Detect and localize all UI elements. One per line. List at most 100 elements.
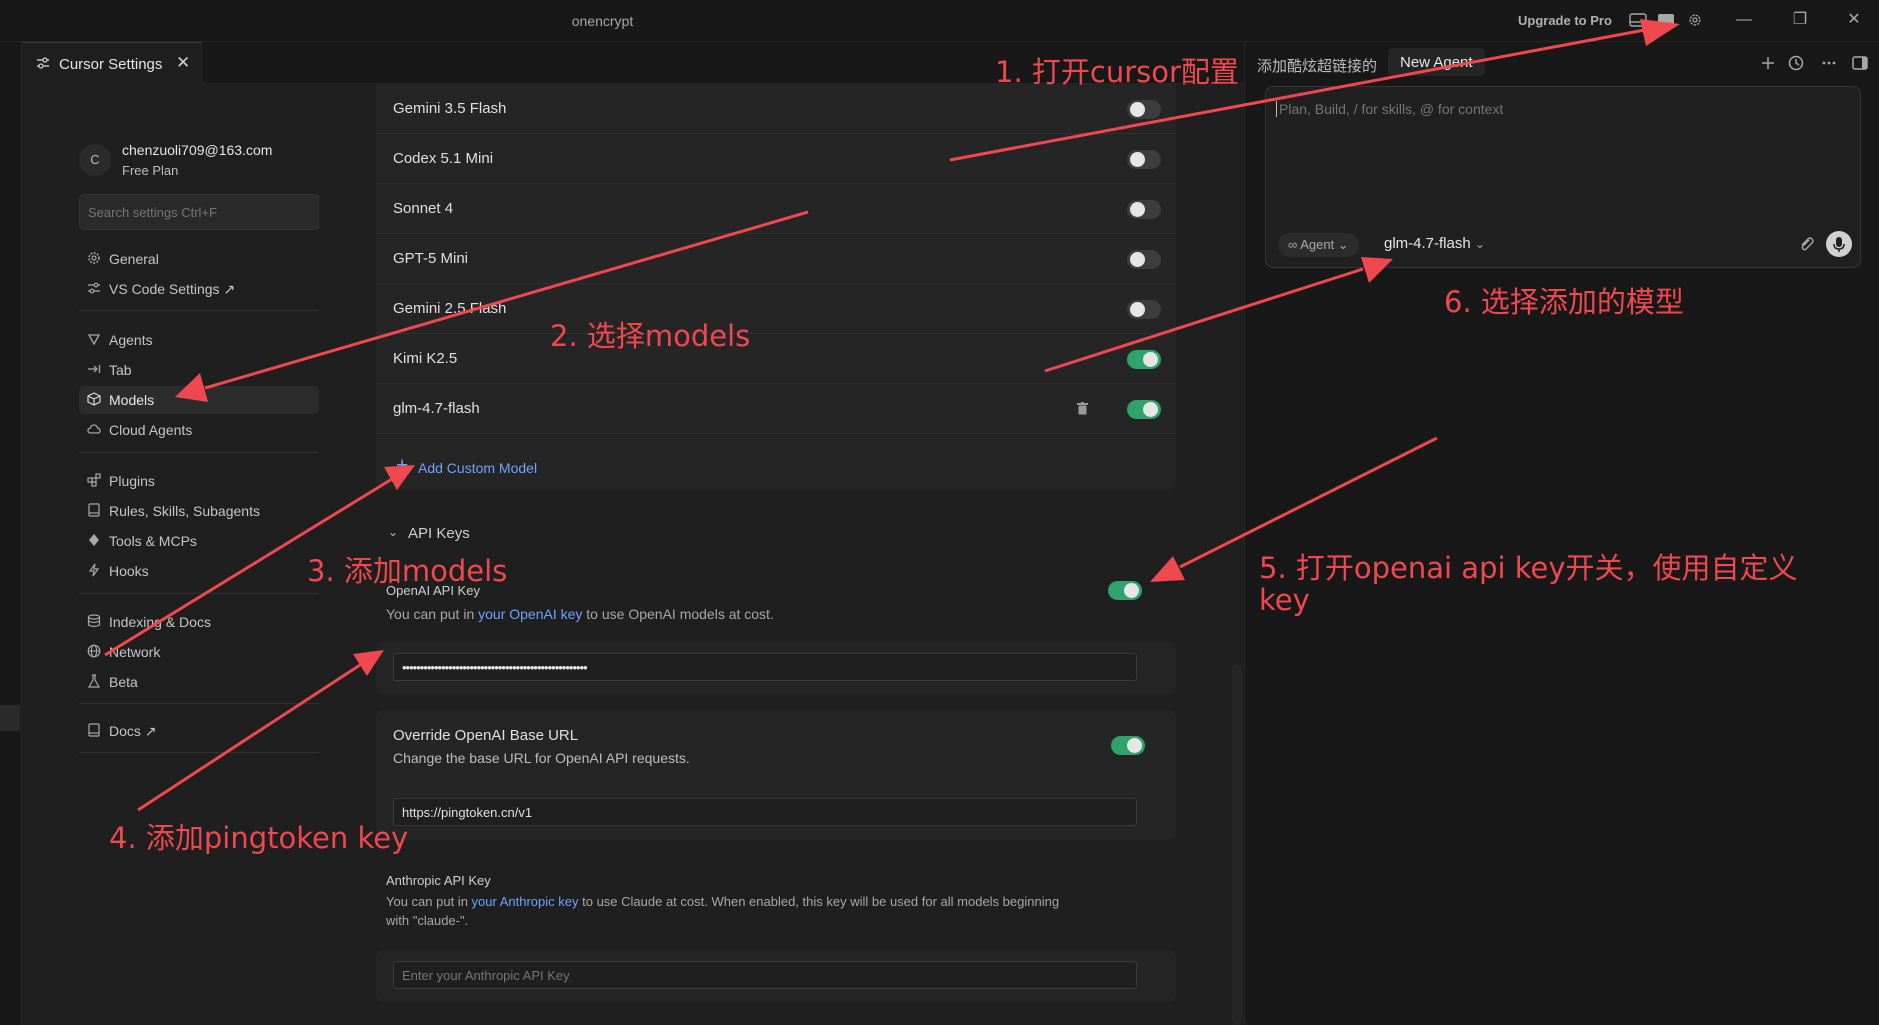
anthropic-key-desc: You can put in your Anthropic key to use… [386,894,1059,909]
sidebar-item-label: VS Code Settings ↗ [109,281,236,297]
strip-marker [0,705,20,731]
settings-search-input[interactable] [79,194,319,230]
sidebar-item-label: Network [109,644,161,660]
new-agent-tab[interactable]: New Agent [1388,48,1485,76]
sidebar-item-docs[interactable]: Docs ↗ [79,717,319,745]
sidebar-item-rules[interactable]: Rules, Skills, Subagents [79,497,319,525]
model-selector-dropdown[interactable]: glm-4.7-flash ⌄ [1384,235,1485,252]
annotation-step1: 1. 打开cursor配置 [995,55,1239,89]
openai-key-toggle[interactable] [1108,581,1142,600]
sidebar-item-label: Docs ↗ [109,723,157,739]
more-icon[interactable] [1820,54,1838,72]
model-toggle[interactable] [1127,350,1161,369]
sidebar-item-indexing[interactable]: Indexing & Docs [79,608,319,636]
sidebar-toggle-icon[interactable] [1851,54,1869,72]
sidebar-item-tools-mcps[interactable]: Tools & MCPs [79,527,319,555]
sidebar-item-network[interactable]: Network [79,638,319,666]
avatar: C [79,144,111,176]
sidebar-item-tab[interactable]: Tab [79,356,319,384]
tools-icon [89,534,99,546]
sidebar-item-label: Cloud Agents [109,422,193,438]
history-icon[interactable] [1787,54,1805,72]
trash-icon[interactable] [1077,402,1088,415]
scrollbar[interactable] [1232,664,1242,1025]
desc-text: to use OpenAI models at cost. [582,606,774,622]
plus-icon[interactable] [1759,54,1777,72]
title-bar: onencrypt Upgrade to Pro — ❐ ✕ [0,0,1879,42]
model-row: Gemini 3.5 Flash [376,84,1176,134]
model-toggle[interactable] [1127,200,1161,219]
model-toggle[interactable] [1127,300,1161,319]
chevron-down-icon: ⌄ [1474,237,1485,251]
sidebar-item-label: General [109,251,159,267]
anthropic-key-input[interactable] [393,961,1137,989]
model-name: glm-4.7-flash [393,400,480,417]
sidebar-item-agents[interactable]: Agents [79,326,319,354]
close-tab-icon[interactable]: ✕ [176,53,190,73]
settings-sliders-icon [37,57,49,69]
restore-icon[interactable]: ❐ [1790,10,1810,30]
sidebar-item-label: Hooks [109,563,149,579]
sidebar-item-label: Indexing & Docs [109,614,211,630]
nav-divider [79,593,319,594]
openai-key-input[interactable] [393,653,1137,681]
annotation-step5: 5. 打开openai api key开关，使用自定义 [1259,551,1798,585]
cube-icon [87,392,101,406]
settings-body: C chenzuoli709@163.com Free Plan General… [22,84,1244,1025]
sidebar-item-cloud-agents[interactable]: Cloud Agents [79,416,319,444]
desc-text: to use Claude at cost. When enabled, thi… [578,894,1060,909]
override-url-toggle[interactable] [1111,736,1145,755]
chevron-down-icon: ⌄ [388,525,399,539]
annotation-step5-line2: key [1259,583,1310,617]
sidebar-item-label: Tab [109,362,132,378]
model-row: Sonnet 4 [376,184,1176,234]
model-toggle[interactable] [1127,400,1161,419]
sidebar-item-label: Plugins [109,473,155,489]
microphone-icon [1833,237,1845,252]
composer: ∞ Agent ⌄ glm-4.7-flash ⌄ [1265,86,1861,268]
user-email: chenzuoli709@163.com [122,142,273,158]
base-url-input[interactable] [393,798,1137,826]
openai-key-box [376,642,1176,694]
sidebar-item-general[interactable]: General [79,245,319,273]
model-toggle[interactable] [1127,250,1161,269]
minimize-icon[interactable]: — [1734,10,1754,30]
sidebar-item-vscode-settings[interactable]: VS Code Settings ↗ [79,275,319,303]
toggle-panel-icon[interactable] [1629,12,1647,28]
model-toggle[interactable] [1127,150,1161,169]
book-icon [88,503,100,517]
agent-mode-dropdown[interactable]: ∞ Agent ⌄ [1278,233,1359,257]
override-url-box: Override OpenAI Base URL Change the base… [376,710,1176,840]
sidebar-item-label: Beta [109,674,138,690]
sidebar-item-models[interactable]: Models [79,386,319,414]
api-keys-title: API Keys [408,525,470,542]
model-row: GPT-5 Mini [376,234,1176,284]
toggle-sidebar-icon[interactable] [1657,12,1675,28]
composer-input[interactable] [1276,101,1836,117]
close-window-icon[interactable]: ✕ [1844,10,1864,30]
sidebar-item-plugins[interactable]: Plugins [79,467,319,495]
model-toggle[interactable] [1127,100,1161,119]
anthropic-key-link[interactable]: your Anthropic key [472,894,579,909]
add-custom-model-label: Add Custom Model [418,460,538,476]
microphone-button[interactable] [1826,231,1852,257]
upgrade-to-pro-link[interactable]: Upgrade to Pro [1518,13,1612,28]
nav-divider [79,310,319,311]
override-url-title: Override OpenAI Base URL [393,727,579,744]
annotation-step2: 2. 选择models [550,319,751,353]
book-icon [88,723,100,737]
tab-cursor-settings[interactable]: Cursor Settings ✕ [22,42,202,84]
activity-strip [0,42,22,1025]
model-name: Sonnet 4 [393,200,454,217]
gear-icon [88,252,100,264]
paperclip-icon[interactable] [1797,235,1815,253]
sidebar-item-beta[interactable]: Beta [79,668,319,696]
model-name: Gemini 3.5 Flash [393,100,507,117]
chevron-down-icon: ⌄ [1337,237,1349,252]
sidebar-item-hooks[interactable]: Hooks [79,557,319,585]
sidebar-item-label: Models [109,392,155,408]
gear-icon[interactable] [1686,12,1704,28]
agent-chat-tab[interactable]: 添加酷炫超链接的 [1257,55,1385,76]
model-name: Kimi K2.5 [393,350,458,367]
openai-key-link[interactable]: your OpenAI key [478,606,582,622]
